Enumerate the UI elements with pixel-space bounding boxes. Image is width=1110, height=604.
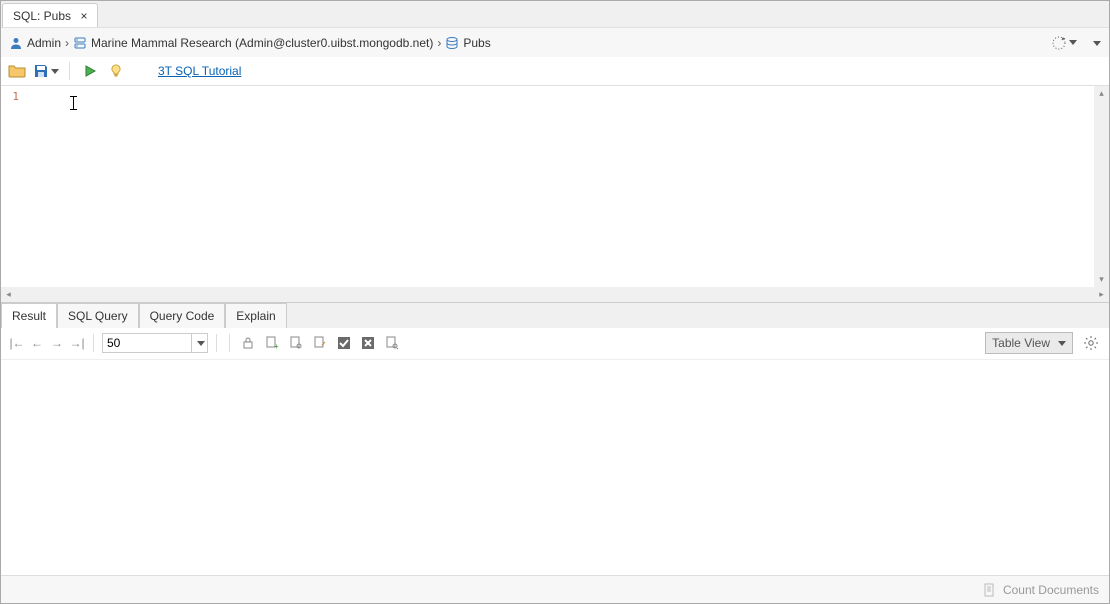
chevron-right-icon: ›	[65, 36, 69, 50]
close-tab-icon[interactable]: ×	[77, 9, 91, 23]
vertical-scrollbar[interactable]: ▴ ▾	[1094, 86, 1109, 287]
code-area[interactable]	[23, 86, 1094, 287]
toolbar-separator	[216, 334, 217, 352]
find-button[interactable]	[382, 333, 402, 353]
tab-query-code[interactable]: Query Code	[139, 303, 226, 328]
document-plus-icon: +	[265, 336, 279, 350]
document-tab-title: SQL: Pubs	[13, 9, 71, 23]
result-tab-strip: Result SQL Query Query Code Explain	[1, 302, 1109, 328]
chevron-down-icon	[1093, 41, 1101, 46]
document-tab[interactable]: SQL: Pubs ×	[2, 3, 98, 27]
tutorial-link[interactable]: 3T SQL Tutorial	[158, 64, 241, 78]
sql-editor[interactable]: 1 ▴ ▾	[1, 86, 1109, 287]
document-tab-strip: SQL: Pubs ×	[1, 1, 1109, 27]
breadcrumb-database[interactable]: Pubs	[445, 36, 490, 50]
document-view-icon	[289, 336, 303, 350]
add-doc-button[interactable]: +	[262, 333, 282, 353]
breadcrumb-user-label: Admin	[27, 36, 61, 50]
text-cursor	[73, 96, 74, 110]
editor-toolbar: 3T SQL Tutorial	[1, 57, 1109, 85]
scroll-left-icon[interactable]: ◂	[1, 287, 16, 302]
refresh-dotted-icon	[1051, 35, 1067, 51]
hint-button[interactable]	[106, 61, 126, 81]
breadcrumb-database-label: Pubs	[463, 36, 490, 50]
scroll-down-icon[interactable]: ▾	[1094, 272, 1109, 287]
next-page-button[interactable]: →	[49, 336, 65, 350]
toolbar-separator	[229, 334, 230, 352]
result-grid	[1, 360, 1109, 576]
toolbar-separator	[93, 334, 94, 352]
apply-button[interactable]	[334, 333, 354, 353]
settings-button[interactable]	[1081, 333, 1101, 353]
svg-text:+: +	[274, 342, 279, 350]
server-icon	[73, 36, 87, 50]
lightbulb-icon	[109, 64, 123, 78]
prev-page-button[interactable]: ←	[29, 336, 45, 350]
chevron-down-icon	[1058, 341, 1066, 346]
gear-icon	[1083, 335, 1099, 351]
count-documents-button[interactable]: Count Documents	[1003, 583, 1099, 597]
editor-wrap: 1 ▴ ▾ ◂ ▸	[1, 85, 1109, 302]
edit-doc-button[interactable]	[310, 333, 330, 353]
breadcrumb-connection-label: Marine Mammal Research (Admin@cluster0.u…	[91, 36, 433, 50]
discard-button[interactable]	[358, 333, 378, 353]
x-box-icon	[361, 336, 375, 350]
editor-card: Admin › Marine Mammal Research (Admin@cl…	[1, 27, 1109, 603]
page-size-select[interactable]	[102, 333, 208, 353]
toolbar-separator	[69, 62, 70, 80]
scroll-up-icon[interactable]: ▴	[1094, 86, 1109, 101]
folder-icon	[8, 63, 26, 79]
chevron-down-icon[interactable]	[192, 333, 208, 353]
scroll-right-icon[interactable]: ▸	[1094, 287, 1109, 302]
refresh-menu-button[interactable]	[1051, 35, 1077, 51]
document-icon	[983, 583, 997, 597]
lock-button[interactable]	[238, 333, 258, 353]
line-gutter: 1	[1, 86, 23, 287]
breadcrumb-bar: Admin › Marine Mammal Research (Admin@cl…	[1, 27, 1109, 57]
chevron-down-icon	[51, 69, 59, 74]
chevron-right-icon: ›	[437, 36, 441, 50]
breadcrumb-user[interactable]: Admin	[9, 36, 61, 50]
save-icon	[33, 63, 49, 79]
check-box-icon	[337, 336, 351, 350]
user-icon	[9, 36, 23, 50]
result-toolbar: |← ← → →| + Table View	[1, 328, 1109, 360]
last-page-button[interactable]: →|	[69, 336, 85, 350]
status-bar: Count Documents	[1, 575, 1109, 603]
document-search-icon	[385, 336, 399, 350]
line-number: 1	[1, 90, 19, 103]
save-button[interactable]	[33, 61, 59, 81]
view-mode-select[interactable]: Table View	[985, 332, 1073, 354]
tab-explain[interactable]: Explain	[225, 303, 286, 328]
breadcrumb-connection[interactable]: Marine Mammal Research (Admin@cluster0.u…	[73, 36, 433, 50]
view-mode-label: Table View	[992, 336, 1050, 350]
chevron-down-icon	[1069, 40, 1077, 45]
tab-result[interactable]: Result	[1, 303, 57, 328]
horizontal-scrollbar[interactable]: ◂ ▸	[1, 287, 1109, 302]
play-icon	[83, 64, 97, 78]
lock-icon	[241, 336, 255, 350]
view-doc-button[interactable]	[286, 333, 306, 353]
document-edit-icon	[313, 336, 327, 350]
tab-sql-query[interactable]: SQL Query	[57, 303, 139, 328]
overflow-menu-button[interactable]	[1091, 36, 1101, 50]
page-size-input[interactable]	[102, 333, 192, 353]
open-folder-button[interactable]	[7, 61, 27, 81]
database-icon	[445, 36, 459, 50]
first-page-button[interactable]: |←	[9, 336, 25, 350]
run-button[interactable]	[80, 61, 100, 81]
